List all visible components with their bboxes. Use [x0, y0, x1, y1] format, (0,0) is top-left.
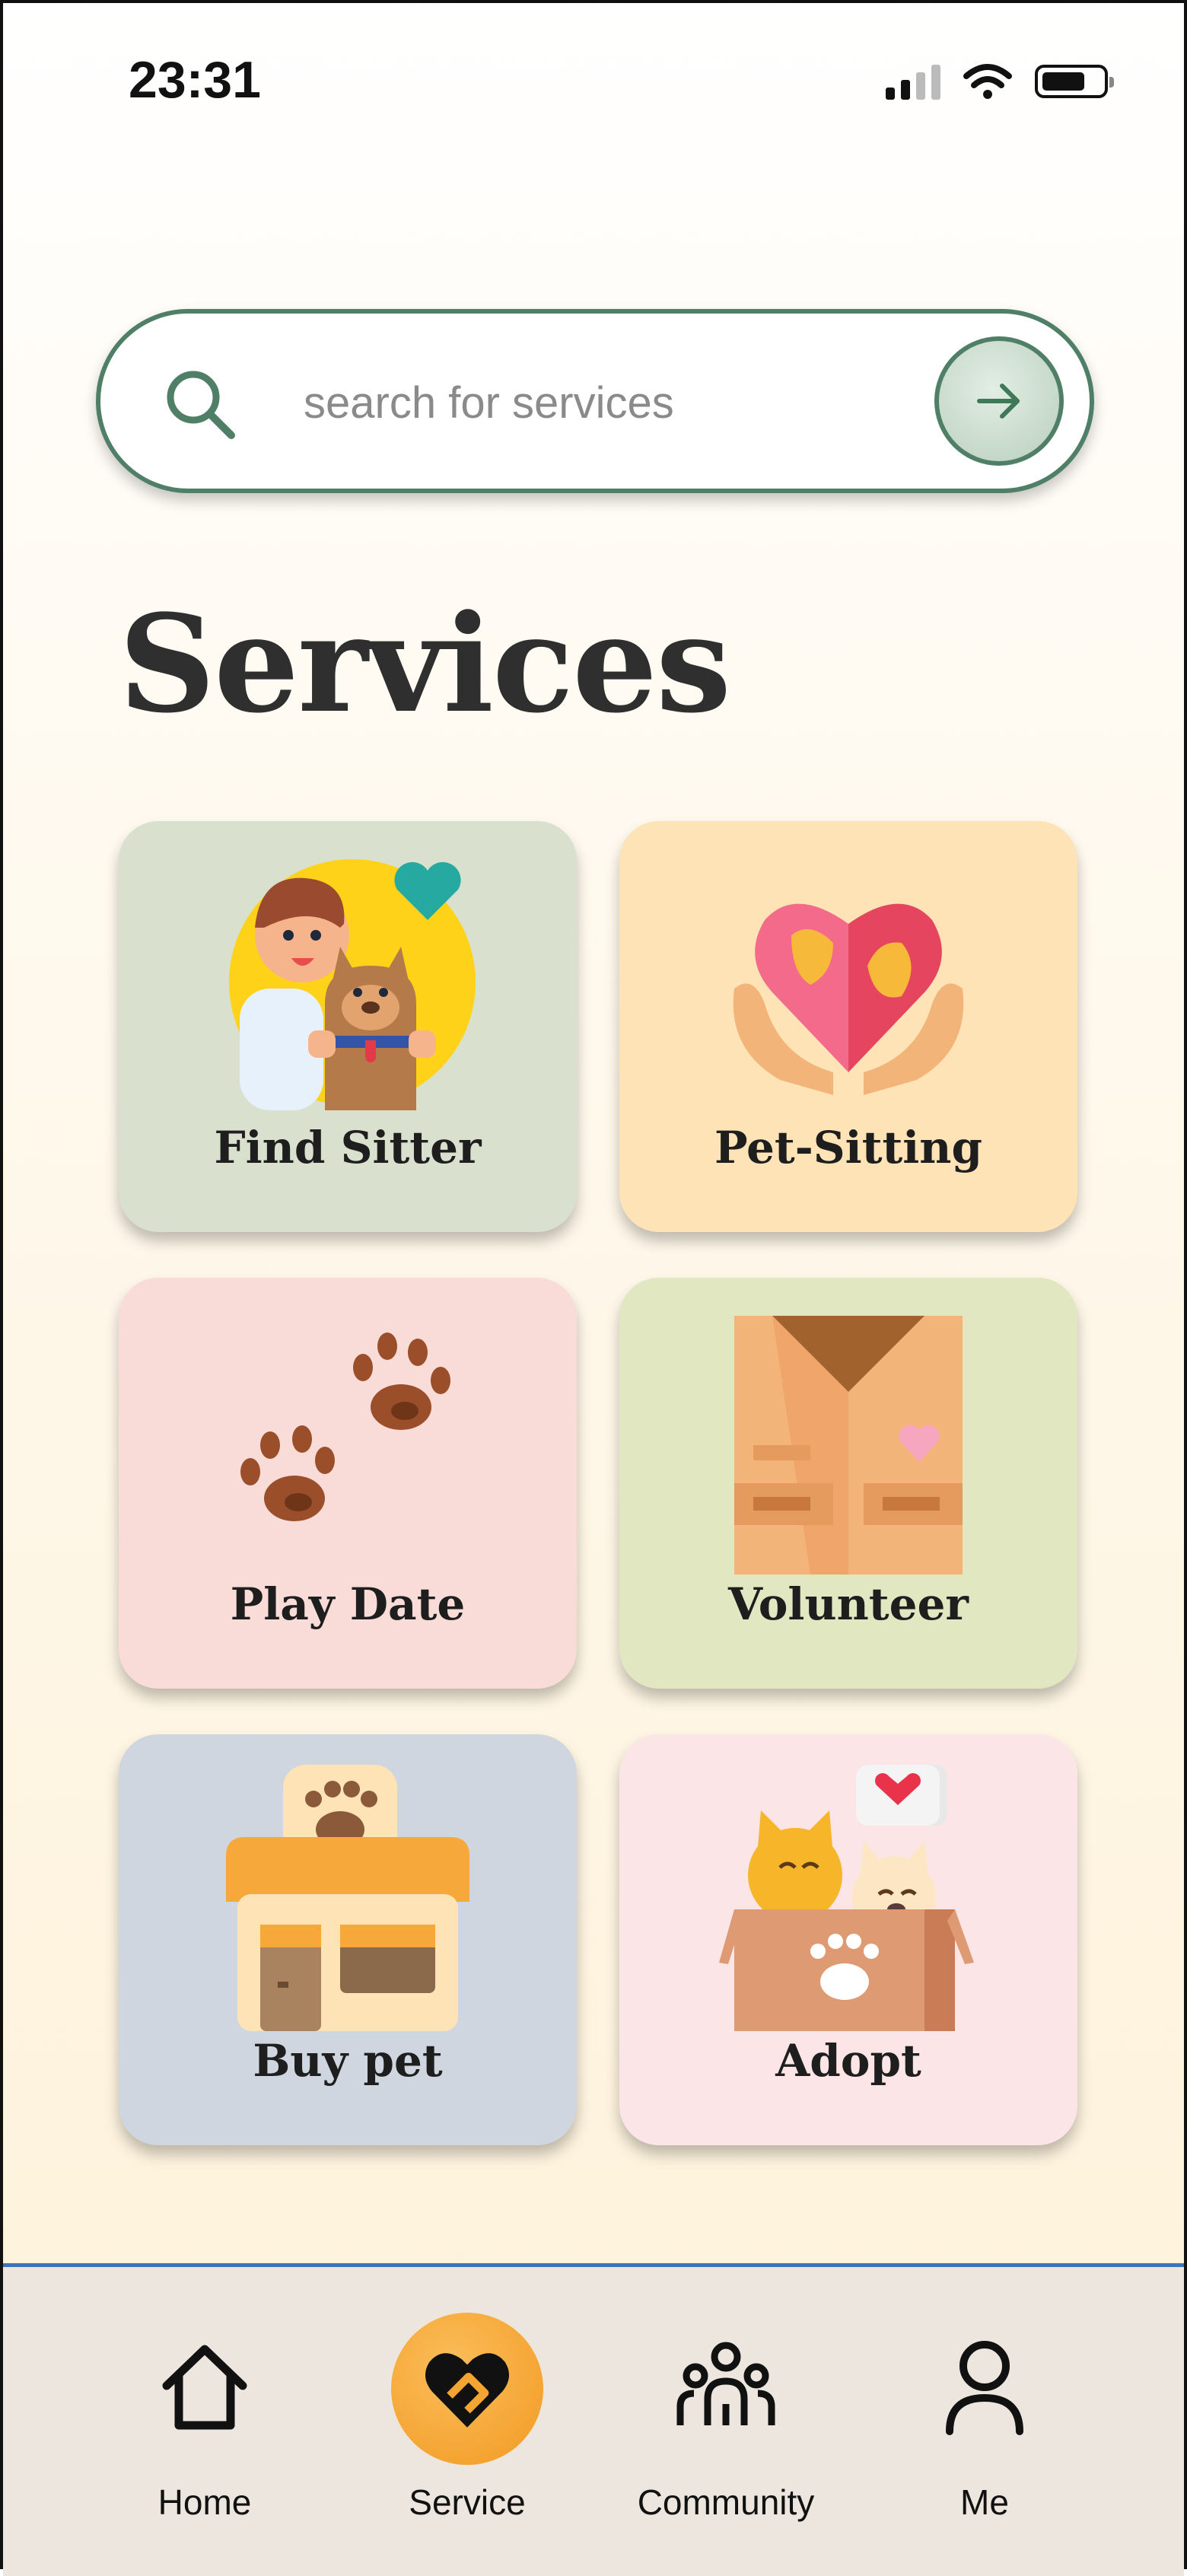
community-icon [676, 2342, 775, 2425]
service-heart-icon [425, 2353, 510, 2428]
hands-heart-pets-icon [733, 903, 964, 1095]
page-title: Services [119, 585, 731, 743]
status-bar: 23:31 [3, 3, 1184, 155]
bottom-navigation: Home Service Community Me [3, 2263, 1184, 2576]
status-time: 23:31 [129, 51, 261, 109]
service-card-pet-sitting[interactable]: Pet-Sitting [619, 821, 1077, 1232]
home-icon [162, 2345, 247, 2430]
arrow-right-icon [977, 384, 1020, 419]
service-card-play-date[interactable]: Play Date [119, 1278, 577, 1689]
nav-item-service[interactable]: Service [338, 2267, 597, 2576]
search-input[interactable] [302, 356, 990, 449]
card-label: Volunteer [728, 1578, 969, 1630]
card-label: Find Sitter [214, 1122, 482, 1173]
battery-icon [1035, 65, 1114, 98]
card-label: Buy pet [253, 2035, 443, 2087]
service-card-find-sitter[interactable]: Find Sitter [119, 821, 577, 1232]
nav-label: Service [409, 2482, 526, 2522]
search-icon [167, 371, 235, 439]
nav-item-home[interactable]: Home [75, 2267, 334, 2576]
nav-label: Me [960, 2482, 1009, 2522]
nav-item-community[interactable]: Community [597, 2267, 855, 2576]
nav-label: Community [637, 2482, 815, 2522]
volunteer-vest-icon [734, 1316, 963, 1575]
card-label: Adopt [775, 2035, 921, 2087]
search-bar[interactable] [96, 309, 1094, 493]
sitter-with-dog-icon [229, 859, 476, 1110]
card-label: Pet-Sitting [714, 1122, 983, 1173]
person-icon [946, 2341, 1023, 2435]
nav-label: Home [158, 2482, 252, 2522]
service-card-adopt[interactable]: Adopt [619, 1734, 1077, 2145]
cats-in-box-icon [719, 1765, 974, 2031]
wifi-icon [963, 64, 1012, 99]
service-card-buy-pet[interactable]: Buy pet [119, 1734, 577, 2145]
status-icons [886, 62, 1114, 100]
nav-item-me[interactable]: Me [855, 2267, 1114, 2576]
signal-icon [886, 63, 940, 100]
search-submit-button[interactable] [934, 336, 1064, 466]
paw-prints-icon [240, 1333, 450, 1521]
service-card-volunteer[interactable]: Volunteer [619, 1278, 1077, 1689]
card-label: Play Date [230, 1578, 466, 1630]
pet-shop-icon [226, 1765, 469, 2031]
